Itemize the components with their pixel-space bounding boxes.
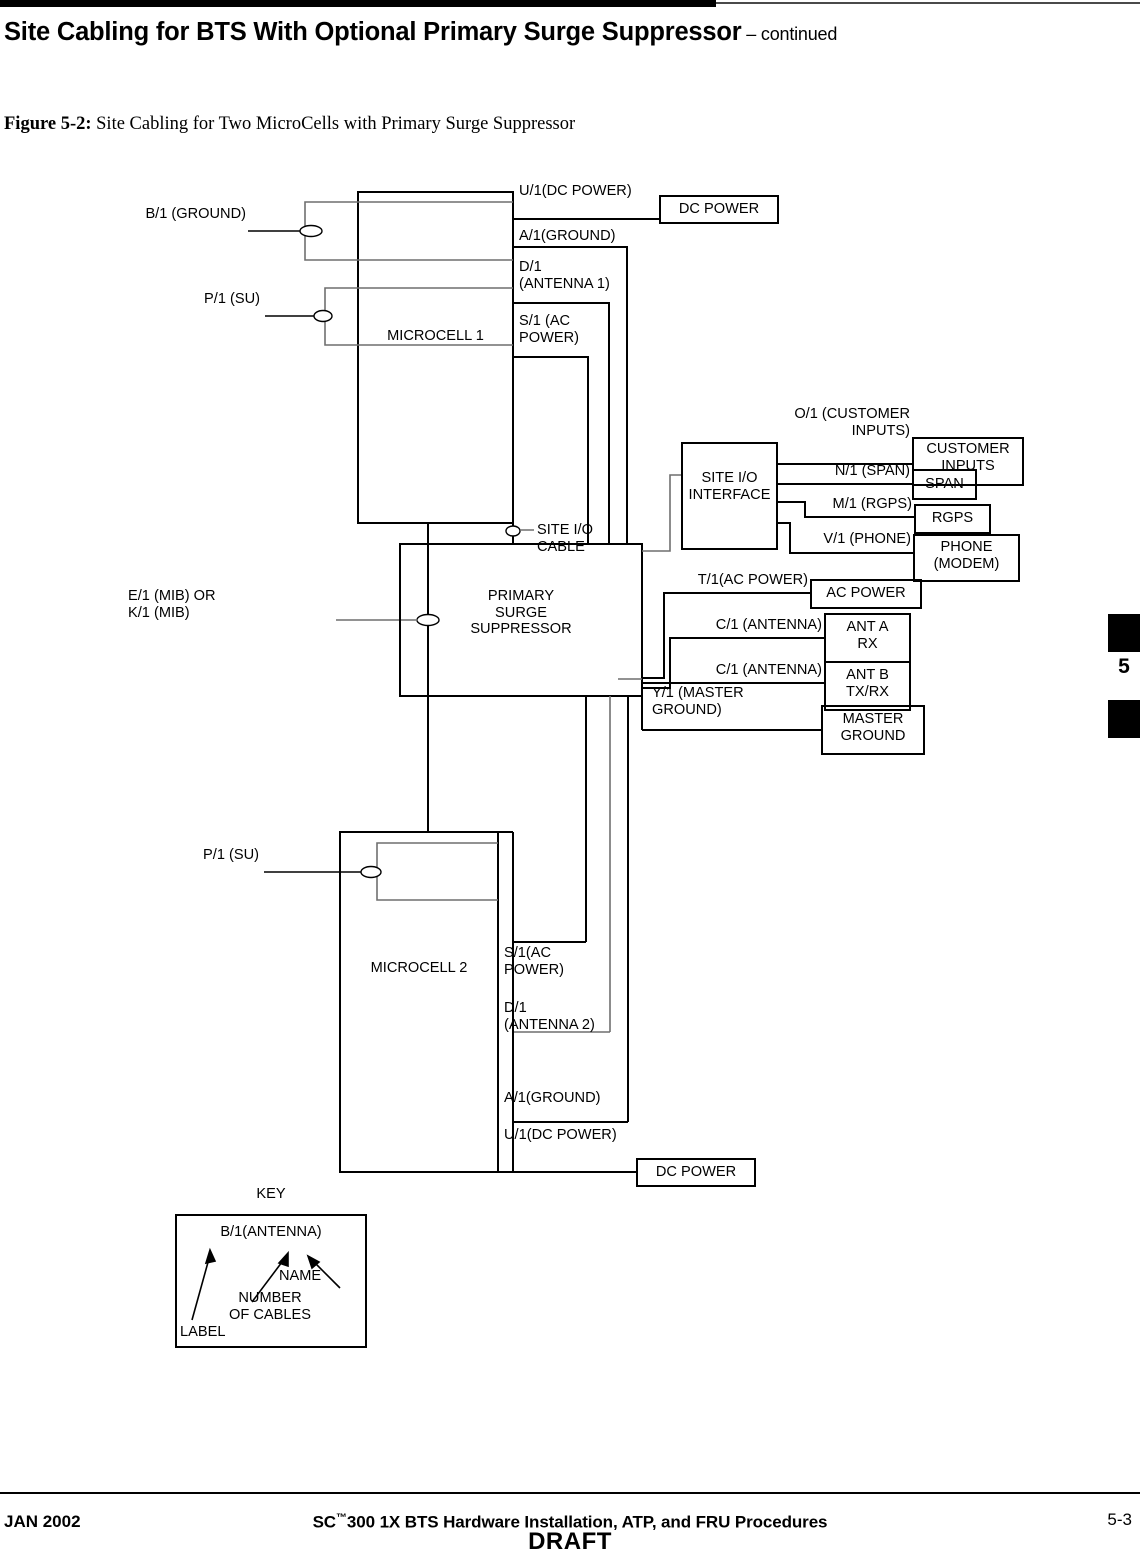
label-microcell-1: MICROCELL 1: [387, 328, 484, 344]
label-microcell-2: MICROCELL 2: [370, 960, 468, 976]
label-e1k1-mib: E/1 (MIB) OR K/1 (MIB): [128, 588, 216, 621]
label-p1-su-bottom: P/1 (SU): [203, 847, 259, 863]
label-b1-ground: B/1 (GROUND): [145, 206, 246, 222]
label-s1-ac-power-bottom: S/1(AC POWER): [504, 945, 564, 978]
label-u1-dc-power-bottom: U/1(DC POWER): [504, 1127, 617, 1143]
label-c1-antenna-b: C/1 (ANTENNA): [715, 662, 822, 678]
key-label-text: LABEL: [180, 1324, 226, 1340]
key-number-of-cables-text: NUMBER OF CABLES: [229, 1290, 311, 1323]
page-title-main: Site Cabling for BTS With Optional Prima…: [4, 18, 742, 46]
key-sample-label: B/1(ANTENNA): [220, 1224, 322, 1240]
label-phone-modem: PHONE (MODEM): [933, 539, 1000, 572]
label-v1-phone: V/1 (PHONE): [823, 531, 911, 547]
label-s1-ac-power-top: S/1 (AC POWER): [519, 313, 579, 346]
microcell-1-box: [357, 191, 514, 524]
suppressor-to-site-io-interface-line: [642, 474, 682, 552]
label-c1-antenna-a: C/1 (ANTENNA): [715, 617, 822, 633]
label-u1-dc-power-top: U/1(DC POWER): [519, 183, 632, 199]
figure-5-2-diagram: B/1 (GROUND) P/1 (SU) E/1 (MIB) OR K/1 (…: [0, 160, 1140, 1390]
p1-su-bottom-connector-symbol: [360, 865, 382, 879]
key-name-text: NAME: [279, 1268, 322, 1284]
label-ac-power: AC POWER: [826, 585, 906, 601]
label-ant-b-txrx: ANT B TX/RX: [846, 667, 889, 700]
page-title: Site Cabling for BTS With Optional Prima…: [4, 18, 1124, 47]
label-master-ground: MASTER GROUND: [840, 711, 906, 744]
label-d1-antenna-1: D/1 (ANTENNA 1): [519, 259, 610, 292]
label-rgps: RGPS: [931, 510, 974, 526]
key-title: KEY: [256, 1186, 286, 1202]
label-ant-a-rx: ANT A RX: [846, 619, 889, 652]
footer-page-number: 5-3: [1107, 1510, 1132, 1529]
footer-draft-watermark: DRAFT: [528, 1528, 612, 1555]
header-rule-thin: [716, 2, 1140, 4]
label-dc-power-bottom: DC POWER: [655, 1164, 737, 1180]
label-dc-power-top: DC POWER: [678, 201, 760, 217]
s1-ac-power-top-route: [513, 356, 589, 544]
p1-su-bottom-bracket: [376, 842, 498, 901]
label-a1-ground-top: A/1(GROUND): [519, 228, 616, 244]
label-m1-rgps: M/1 (RGPS): [832, 496, 912, 512]
label-y1-master-ground: Y/1 (MASTER GROUND): [652, 685, 744, 718]
figure-number: Figure 5-2:: [4, 114, 92, 134]
label-site-io-cable: SITE I/O CABLE: [537, 522, 593, 555]
label-d1-antenna-2: D/1 (ANTENNA 2): [504, 1000, 595, 1033]
header-rule-thick: [0, 0, 716, 7]
page-title-continued: – continued: [741, 24, 838, 44]
figure-caption-text: Site Cabling for Two MicroCells with Pri…: [91, 114, 576, 134]
figure-caption: Figure 5-2: Site Cabling for Two MicroCe…: [4, 114, 575, 135]
label-t1-ac-power: T/1(AC POWER): [697, 572, 808, 588]
site-io-cable-connector-symbol: [505, 525, 521, 537]
p1-su-top-connector-symbol: [313, 309, 333, 323]
b1-ground-connector-symbol: [299, 224, 323, 238]
trademark-icon: ™: [335, 1512, 347, 1524]
key-arrow-number-head: [277, 1250, 289, 1268]
key-arrow-label-head: [204, 1247, 217, 1265]
label-customer-inputs: CUSTOMER INPUTS: [926, 441, 1010, 474]
footer-rule: [0, 1492, 1140, 1494]
label-n1-span: N/1 (SPAN): [834, 463, 910, 479]
b1-ground-bracket: [304, 201, 513, 261]
label-o1-customer-inputs: O/1 (CUSTOMER INPUTS): [794, 406, 910, 439]
microcell-2-box: [339, 831, 499, 1173]
label-a1-ground-bottom: A/1(GROUND): [504, 1090, 601, 1106]
label-p1-su-top: P/1 (SU): [204, 291, 260, 307]
label-span: SPAN: [925, 476, 964, 492]
